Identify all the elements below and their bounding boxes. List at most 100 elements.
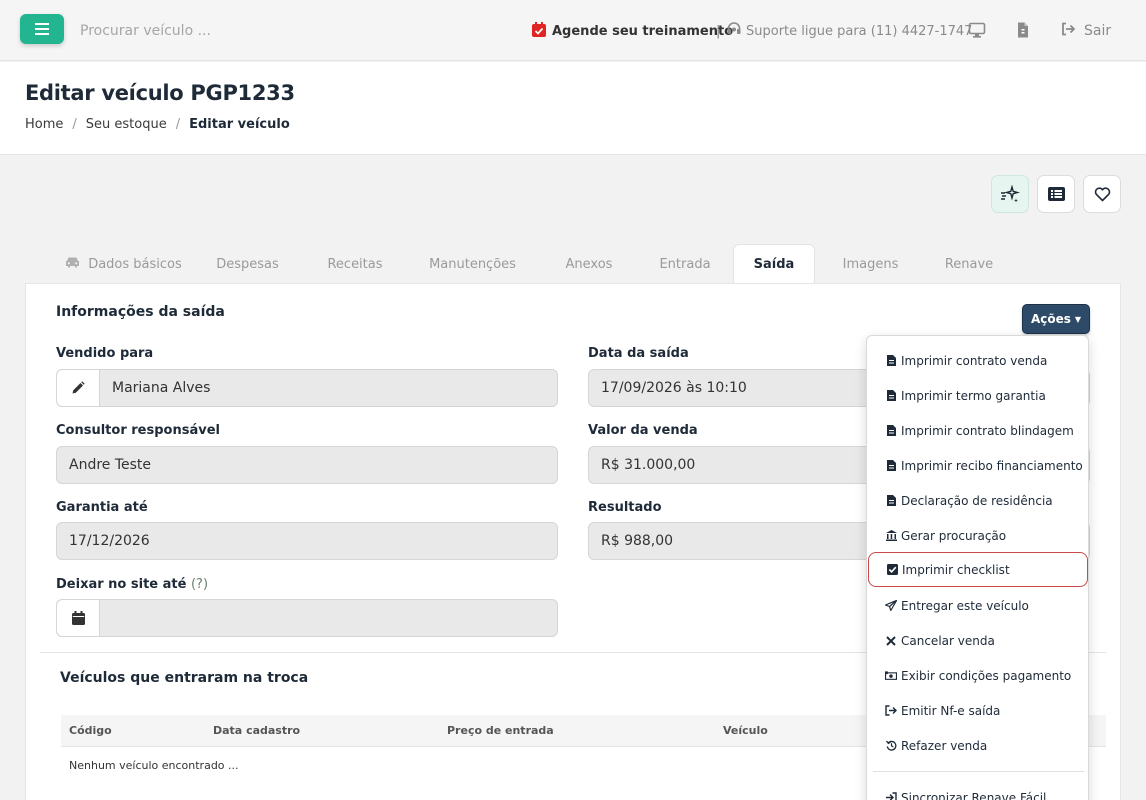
- site-until-label: Deixar no site até (?): [56, 577, 208, 592]
- tab-exit[interactable]: Saída: [733, 244, 815, 284]
- document-icon: [885, 355, 897, 366]
- consultant-value: Andre Teste: [69, 457, 152, 473]
- document-icon: [885, 390, 897, 401]
- document-icon: [885, 495, 897, 506]
- menu-item-label: Imprimir recibo financiamento: [901, 458, 1083, 473]
- calendar-button[interactable]: [57, 600, 100, 636]
- actions-dropdown-menu: Imprimir contrato venda Imprimir termo g…: [866, 335, 1089, 800]
- logout-button[interactable]: Sair: [1060, 21, 1111, 41]
- schedule-training-label: Agende seu treinamento: [552, 23, 734, 39]
- schedule-training-link[interactable]: Agende seu treinamento: [532, 21, 733, 41]
- sold-to-label: Vendido para: [56, 346, 154, 361]
- menu-item-label: Gerar procuração: [901, 528, 1007, 543]
- tab-label: Manutenções: [429, 256, 516, 272]
- column-header-code[interactable]: Código: [69, 724, 112, 737]
- tab-label: Entrada: [659, 256, 711, 272]
- menu-item-residence-declaration[interactable]: Declaração de residência: [867, 483, 1088, 518]
- document-icon: [885, 425, 897, 436]
- section-title: Informações da saída: [56, 304, 225, 320]
- column-header-date[interactable]: Data cadastro: [213, 724, 300, 737]
- page-title: Editar veículo PGP1233: [25, 81, 295, 105]
- sale-value-label: Valor da venda: [588, 423, 698, 438]
- file-icon[interactable]: [1014, 21, 1032, 39]
- menu-item-label: Entregar este veículo: [901, 598, 1029, 613]
- vehicle-search-input[interactable]: [74, 16, 374, 46]
- logout-label: Sair: [1084, 23, 1112, 39]
- tab-maintenance[interactable]: Manutenções: [420, 244, 525, 284]
- breadcrumb-stock[interactable]: Seu estoque: [86, 117, 167, 132]
- tab-entry[interactable]: Entrada: [650, 244, 720, 284]
- list-view-button[interactable]: [1037, 175, 1075, 213]
- menu-item-power-of-attorney[interactable]: Gerar procuração: [867, 518, 1088, 553]
- menu-item-print-warranty[interactable]: Imprimir termo garantia: [867, 378, 1088, 413]
- sold-to-field[interactable]: Mariana Alves: [56, 369, 558, 407]
- menu-item-redo-sale[interactable]: Refazer venda: [867, 728, 1088, 763]
- menu-item-payment-conditions[interactable]: Exibir condições pagamento: [867, 658, 1088, 693]
- column-header-vehicle[interactable]: Veículo: [723, 724, 768, 737]
- menu-item-print-financing-receipt[interactable]: Imprimir recibo financiamento: [867, 448, 1088, 483]
- desktop-icon[interactable]: [968, 21, 986, 39]
- menu-item-cancel-sale[interactable]: Cancelar venda: [867, 623, 1088, 658]
- consultant-field[interactable]: Andre Teste: [56, 446, 558, 484]
- consultant-label: Consultor responsável: [56, 423, 220, 438]
- sold-to-value: Mariana Alves: [112, 380, 211, 396]
- paper-plane-icon: [885, 600, 897, 611]
- edit-customer-button[interactable]: [57, 370, 100, 406]
- menu-item-print-sale-contract[interactable]: Imprimir contrato venda: [867, 343, 1088, 378]
- warranty-value: 17/12/2026: [69, 533, 150, 549]
- result-value: R$ 988,00: [601, 533, 674, 549]
- tab-basic-data[interactable]: Dados básicos: [51, 244, 196, 284]
- document-icon: [885, 460, 897, 471]
- sale-value-value: R$ 31.000,00: [601, 457, 696, 473]
- actions-dropdown-button[interactable]: Ações ▼: [1022, 304, 1090, 334]
- menu-item-print-checklist[interactable]: Imprimir checklist: [868, 552, 1088, 587]
- breadcrumb-home[interactable]: Home: [25, 117, 63, 132]
- tab-label: Saída: [753, 257, 795, 272]
- caret-down-icon: ▼: [1074, 314, 1082, 324]
- breadcrumb: Home / Seu estoque / Editar veículo: [25, 117, 290, 132]
- menu-item-sync-renave[interactable]: Sincronizar Renave Fácil: [867, 780, 1088, 800]
- tab-label: Imagens: [842, 256, 899, 272]
- page-header: Editar veículo PGP1233 Home / Seu estoqu…: [0, 62, 1146, 155]
- tab-images[interactable]: Imagens: [833, 244, 908, 284]
- menu-item-label: Cancelar venda: [901, 633, 995, 648]
- menu-item-label: Imprimir checklist: [902, 562, 1010, 577]
- list-icon: [1047, 187, 1065, 201]
- site-until-field[interactable]: [56, 599, 558, 637]
- tab-renave[interactable]: Renave: [933, 244, 1005, 284]
- help-tooltip[interactable]: (?): [191, 577, 208, 592]
- menu-item-label: Imprimir termo garantia: [901, 388, 1046, 403]
- menu-divider: [873, 771, 1084, 772]
- sale-date-label: Data da saída: [588, 346, 689, 361]
- tab-bar: Dados básicos Despesas Receitas Manutenç…: [25, 244, 1121, 284]
- sale-date-value: 17/09/2026 às 10:10: [601, 380, 747, 396]
- menu-item-print-armor-contract[interactable]: Imprimir contrato blindagem: [867, 413, 1088, 448]
- warranty-field[interactable]: 17/12/2026: [56, 522, 558, 560]
- menu-button[interactable]: [20, 14, 64, 44]
- menu-item-issue-nfe[interactable]: Emitir Nf-e saída: [867, 693, 1088, 728]
- hamburger-icon: [35, 23, 49, 35]
- column-header-price[interactable]: Preço de entrada: [447, 724, 554, 737]
- menu-item-deliver-vehicle[interactable]: Entregar este veículo: [867, 588, 1088, 623]
- checkbox-icon: [886, 564, 898, 575]
- history-icon: [885, 740, 897, 751]
- breadcrumb-separator: /: [175, 117, 181, 132]
- tab-expenses[interactable]: Despesas: [205, 244, 290, 284]
- favorite-button[interactable]: [1083, 175, 1121, 213]
- sign-in-icon: [885, 792, 897, 800]
- warranty-label: Garantia até: [56, 500, 148, 515]
- bank-icon: [885, 530, 897, 541]
- menu-item-label: Imprimir contrato venda: [901, 353, 1048, 368]
- menu-item-label: Refazer venda: [901, 738, 988, 753]
- calendar-icon: [71, 611, 85, 625]
- breadcrumb-separator: /: [72, 117, 77, 132]
- sparkle-icon: [1001, 185, 1020, 203]
- heart-icon: [1094, 186, 1110, 201]
- table-empty-message: Nenhum veículo encontrado ...: [69, 759, 239, 772]
- menu-item-label: Emitir Nf-e saída: [901, 703, 1001, 718]
- tab-attachments[interactable]: Anexos: [555, 244, 623, 284]
- ai-sparkle-button[interactable]: [991, 175, 1029, 213]
- close-icon: [885, 635, 897, 646]
- headset-icon: [726, 21, 742, 41]
- tab-revenues[interactable]: Receitas: [315, 244, 395, 284]
